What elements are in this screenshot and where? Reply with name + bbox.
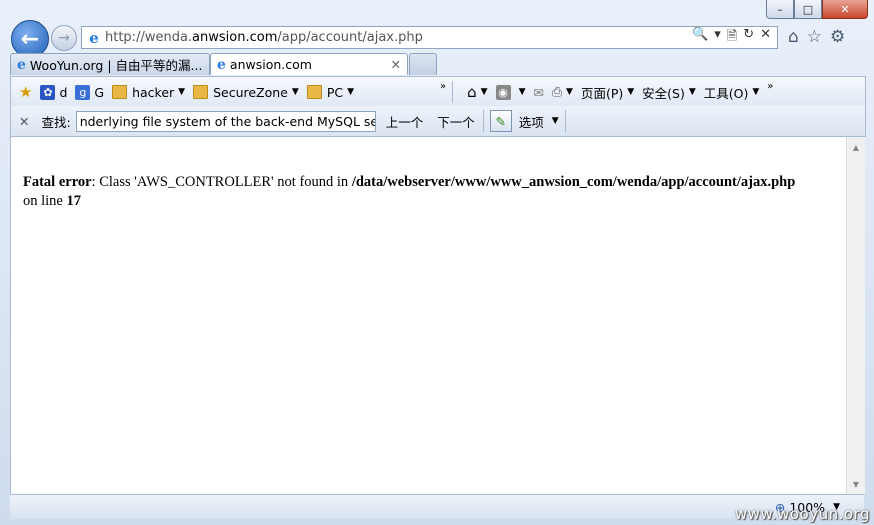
tab-anwsion[interactable]: e anwsion.com ✕ [210, 53, 408, 75]
favorite-folder-securezone[interactable]: SecureZone ▼ [193, 85, 299, 100]
url-prefix: http://wenda. [105, 30, 193, 45]
ie-page-icon: e [217, 56, 226, 73]
print-button[interactable]: ⎙ ▼ [552, 84, 573, 100]
ie-page-icon: e [89, 28, 99, 47]
favorite-g[interactable]: gG [75, 84, 105, 100]
new-tab-button[interactable] [409, 53, 437, 75]
favorites-star-icon[interactable]: ★ [19, 83, 32, 101]
address-url[interactable]: http://wenda.anwsion.com/app/account/aja… [105, 30, 692, 45]
favorite-folder-hacker[interactable]: hacker ▼ [112, 85, 185, 100]
tools-menu-label: 工具(O) [703, 85, 749, 101]
mail-icon: ✉ [533, 84, 544, 100]
find-divider [482, 110, 484, 132]
folder-icon [306, 85, 322, 99]
vertical-scrollbar[interactable]: ▲ ▼ [846, 137, 865, 494]
error-line-number: 17 [66, 193, 82, 209]
favorite-label: G [94, 84, 105, 100]
find-previous-button[interactable]: 上一个 [386, 112, 424, 131]
google-icon: g [75, 84, 91, 100]
minimize-button[interactable]: – [766, 0, 794, 19]
dropdown-icon[interactable]: ▾ [714, 27, 721, 49]
forward-button[interactable]: → [51, 25, 77, 51]
url-domain: anwsion.com [192, 30, 278, 45]
chevron-down-icon: ▼ [566, 87, 573, 97]
error-path: /data/webserver/www/www_anwsion_com/wend… [351, 174, 796, 190]
scroll-down-icon[interactable]: ▼ [847, 476, 865, 492]
chevron-down-icon: ▼ [551, 116, 559, 126]
chevron-down-icon: ▼ [688, 87, 696, 97]
find-divider [564, 110, 566, 132]
watermark: www.wooyun.org [734, 505, 870, 523]
pencil-icon: ✎ [495, 113, 506, 129]
chevron-down-icon: ▼ [347, 87, 355, 97]
highlight-matches-button[interactable]: ✎ [489, 110, 512, 132]
chevron-down-icon: ▼ [752, 87, 760, 97]
scroll-up-icon[interactable]: ▲ [847, 139, 865, 155]
tab-label: WooYun.org | 自由平等的漏... [29, 58, 203, 73]
chevron-down-icon: ▼ [480, 87, 488, 97]
favorites-star-icon[interactable]: ☆ [807, 27, 822, 47]
home-icon[interactable]: ⌂ [788, 27, 799, 47]
compatibility-view-icon[interactable]: 🗎 [727, 27, 737, 49]
safety-menu[interactable]: 安全(S) ▼ [642, 83, 696, 102]
maximize-button[interactable]: □ [794, 0, 822, 19]
chevron-down-icon: ▼ [627, 87, 635, 97]
stop-icon[interactable]: ✕ [760, 27, 771, 49]
tab-wooyun[interactable]: e WooYun.org | 自由平等的漏... [10, 53, 210, 75]
favorite-d[interactable]: ✿ d [40, 84, 68, 100]
tab-strip: e WooYun.org | 自由平等的漏... e anwsion.com ✕ [10, 53, 437, 75]
url-path: /app/account/ajax.php [277, 30, 423, 45]
feeds-button[interactable]: ◉ ▼ [495, 84, 526, 100]
close-window-button[interactable]: ✕ [822, 0, 868, 19]
window-caption-buttons: – □ ✕ [766, 0, 868, 20]
arrow-left-icon: ← [20, 26, 40, 52]
close-find-icon[interactable]: ✕ [19, 114, 29, 129]
mail-button[interactable]: ✉ [534, 85, 544, 100]
chevron-down-icon: ▼ [518, 87, 526, 97]
find-options-label: 选项 [518, 114, 544, 130]
tools-menu[interactable]: 工具(O) ▼ [704, 83, 760, 102]
safety-menu-label: 安全(S) [642, 85, 685, 101]
chevron-down-icon: ▼ [178, 87, 186, 97]
folder-icon [112, 85, 128, 99]
toolbar-divider [452, 81, 454, 103]
error-line-text: on line [23, 193, 67, 209]
find-label: 查找: [41, 114, 71, 130]
address-tools: 🔍 ▾ 🗎 ↻ ✕ [692, 27, 777, 49]
find-input[interactable]: nderlying file system of the back-end My… [75, 110, 376, 132]
command-overflow-button[interactable]: » [767, 81, 773, 92]
favorite-label: hacker [132, 84, 175, 100]
page-menu-label: 页面(P) [580, 85, 624, 101]
page-content: Fatal error: Class 'AWS_CONTROLLER' not … [10, 137, 847, 494]
chevron-down-icon: ▼ [291, 87, 299, 97]
paw-icon: ✿ [40, 84, 56, 100]
favorites-command-bar: ★ ✿ d gG hacker ▼ SecureZone ▼ PC ▼ » ⌂ ▼ ◉ ▼ … [10, 76, 866, 108]
close-tab-icon[interactable]: ✕ [381, 57, 401, 72]
refresh-icon[interactable]: ↻ [743, 27, 754, 49]
error-text: : Class 'AWS_CONTROLLER' not found in [91, 174, 352, 190]
find-options-button[interactable]: 选项 ▼ [519, 112, 559, 131]
favorite-label: d [59, 84, 68, 100]
favorite-folder-pc[interactable]: PC ▼ [306, 84, 355, 100]
tab-label: anwsion.com [229, 57, 312, 72]
gear-icon[interactable]: ⚙ [830, 27, 845, 47]
error-label: Fatal error [23, 174, 92, 190]
home-button[interactable]: ⌂ ▼ [467, 83, 487, 101]
home-icon: ⌂ [467, 83, 477, 101]
find-bar: ✕ 查找: nderlying file system of the back-… [10, 106, 866, 137]
favorites-overflow-button[interactable]: » [440, 81, 446, 92]
folder-icon [193, 85, 209, 99]
favorite-label: PC [326, 84, 344, 100]
browser-right-icons: ⌂ ☆ ⚙ [788, 27, 845, 47]
search-icon[interactable]: 🔍 [692, 27, 708, 49]
php-error-message: Fatal error: Class 'AWS_CONTROLLER' not … [23, 173, 843, 211]
page-menu[interactable]: 页面(P) ▼ [581, 83, 634, 102]
rss-icon: ◉ [495, 84, 511, 100]
favorite-label: SecureZone [213, 84, 288, 100]
address-bar[interactable]: e http://wenda.anwsion.com/app/account/a… [81, 26, 778, 49]
ie-page-icon: e [17, 56, 26, 73]
printer-icon: ⎙ [552, 84, 563, 99]
find-next-button[interactable]: 下一个 [437, 112, 475, 131]
arrow-right-icon: → [58, 30, 70, 46]
